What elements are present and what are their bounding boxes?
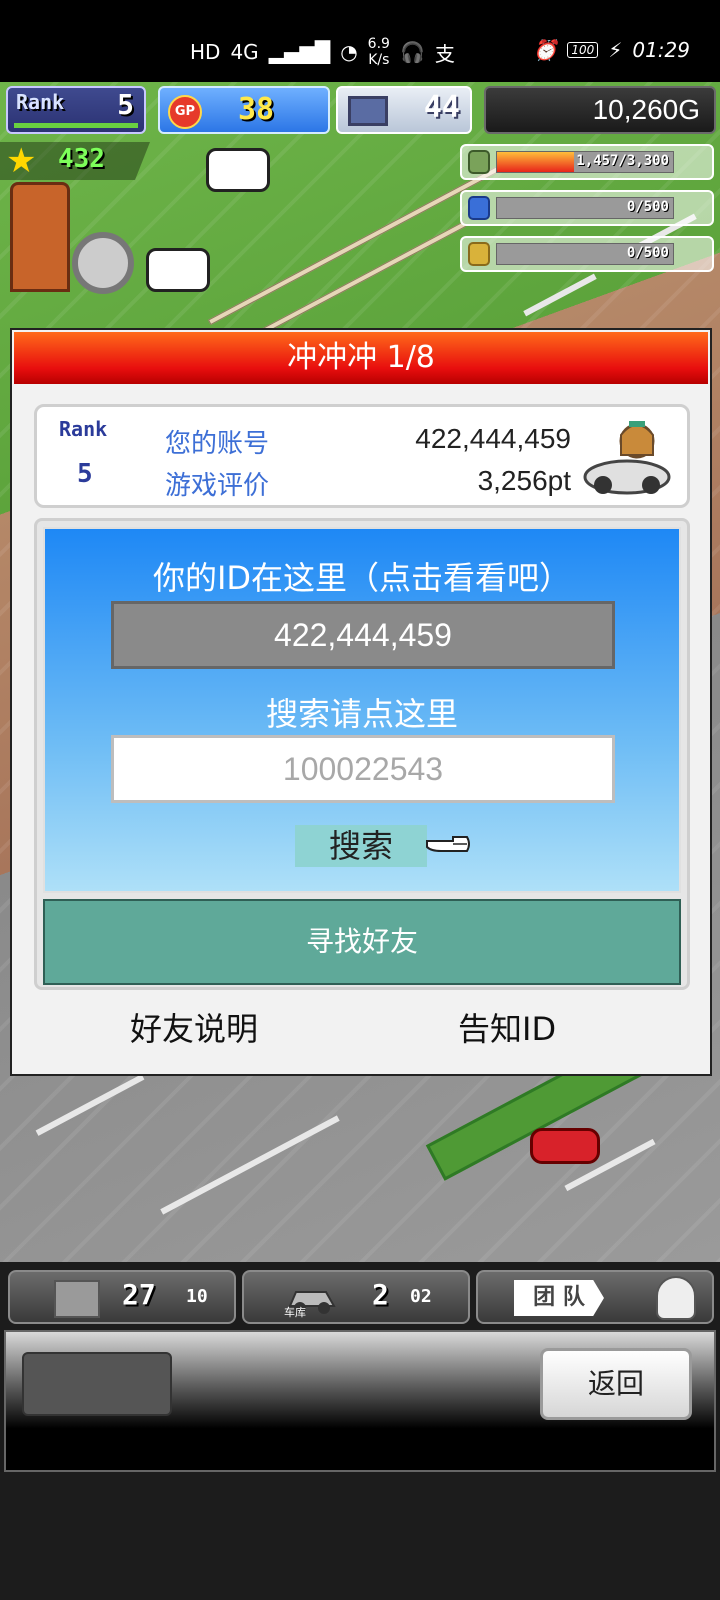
account-label: 您的账号 (165, 429, 270, 459)
garage-count: 2 (372, 1278, 389, 1311)
money-display: 10,260G (484, 86, 716, 134)
status-bar: HD 4G ▂▄▆█ ◔ 6.9 K/s 🎧 支 ⏰ 100 ⚡ 01:29 (0, 0, 720, 82)
id-heading: 你的ID在这里（点击看看吧） (152, 559, 572, 597)
resource-water: 0/500 (460, 190, 714, 226)
account-value: 422,444,459 (415, 423, 571, 454)
charging-icon: ⚡ (608, 38, 623, 62)
hd-indicator: HD (190, 40, 221, 64)
research-display[interactable]: 44 (336, 86, 472, 134)
dialog-title: 冲冲冲 1/8 (14, 332, 708, 384)
star-icon: ★ (6, 141, 37, 181)
tell-id-link[interactable]: 告知ID (458, 1004, 556, 1050)
my-id-display[interactable]: 422,444,459 (111, 601, 615, 669)
card-rank-value: 5 (77, 459, 93, 489)
rank-display[interactable]: Rank 5 (6, 86, 146, 134)
road-marking (523, 273, 597, 317)
road-marking (160, 1115, 340, 1215)
account-card: Rank 5 您的账号 422,444,459 游戏评价 3,256pt (34, 404, 690, 508)
garage-label: 车库 (284, 1306, 306, 1319)
alarm-icon: ⏰ (532, 38, 558, 62)
storage-tab[interactable]: 27 10 (8, 1270, 236, 1324)
road-marking (35, 1074, 145, 1136)
headset-icon: 🎧 (399, 40, 425, 64)
resource-value: 0/500 (626, 245, 669, 261)
bottom-tabs: 27 10 车库 2 02 团 队 (0, 1262, 720, 1330)
friend-dialog: 冲冲冲 1/8 Rank 5 您的账号 422,444,459 游戏评价 3,2… (10, 328, 712, 1076)
network-speed: 6.9 K/s (368, 36, 390, 68)
crate-icon (54, 1280, 100, 1318)
popularity-value: 432 (58, 144, 105, 174)
gp-coin-icon: GP (168, 95, 202, 129)
friend-help-link[interactable]: 好友说明 (130, 1004, 258, 1050)
search-button[interactable]: 搜索 (295, 825, 427, 867)
cow-icon (206, 148, 270, 192)
gp-display[interactable]: GP 38 (158, 86, 330, 134)
team-label: 团 队 (514, 1280, 604, 1316)
rating-value: 3,256pt (477, 465, 571, 496)
storage-count: 27 (122, 1278, 156, 1311)
garage-tab[interactable]: 车库 2 02 (242, 1270, 470, 1324)
player-car-icon (583, 421, 671, 495)
popularity-display: ★ 432 (0, 142, 150, 180)
red-car-icon (530, 1128, 600, 1164)
back-button[interactable]: 返回 (540, 1348, 692, 1420)
money-value: 10,260G (592, 94, 700, 125)
resource-track: 1,457/3,300 (496, 151, 674, 173)
id-panel: 你的ID在这里（点击看看吧） 422,444,459 搜索请点这里 搜索 寻找好… (34, 518, 690, 990)
resource-value: 0/500 (626, 199, 669, 215)
network-indicator: 4G (230, 40, 259, 64)
resource-value: 1,457/3,300 (576, 153, 669, 169)
friend-id-input[interactable] (111, 735, 615, 803)
rank-label: Rank (16, 90, 65, 114)
cow-icon (146, 248, 210, 292)
clock: 01:29 (632, 38, 690, 62)
rank-value: 5 (117, 88, 134, 121)
search-heading: 搜索请点这里 (265, 695, 458, 733)
speed-unit: K/s (368, 52, 390, 68)
wheat-icon (468, 242, 490, 266)
resource-wheat: 0/500 (460, 236, 714, 272)
storage-max: 10 (186, 1286, 208, 1307)
garage-max: 02 (410, 1286, 432, 1307)
windmill-icon (10, 182, 70, 292)
find-friends-button[interactable]: 寻找好友 (43, 899, 681, 985)
staff-avatar-icon (656, 1276, 696, 1320)
id-search-area: 你的ID在这里（点击看看吧） 422,444,459 搜索请点这里 搜索 (43, 527, 681, 893)
resource-fuel: 1,457/3,300 (460, 144, 714, 180)
bottom-filler (0, 1472, 720, 1600)
resource-fill (497, 152, 575, 172)
wifi-icon: ◔ (340, 40, 358, 64)
battery-indicator: 100 (567, 42, 599, 58)
pointing-hand-icon (426, 836, 470, 852)
bottom-action-bar: 返回 (4, 1330, 716, 1472)
vip-badge-icon (72, 232, 134, 294)
empty-slot-button[interactable] (22, 1352, 172, 1416)
rank-progress-bar (14, 123, 138, 128)
alipay-icon: 支 (434, 41, 455, 66)
oil-barrel-icon (468, 150, 490, 174)
speed-value: 6.9 (367, 36, 390, 52)
bottle-icon (468, 196, 490, 220)
team-tab[interactable]: 团 队 (476, 1270, 714, 1324)
signal-icon: ▂▄▆█ (268, 40, 331, 64)
resource-track: 0/500 (496, 197, 674, 219)
computer-icon (348, 96, 388, 126)
research-value: 44 (423, 90, 460, 125)
rating-label: 游戏评价 (165, 471, 270, 501)
card-rank-label: Rank (59, 417, 108, 441)
resource-track: 0/500 (496, 243, 674, 265)
gp-value: 38 (238, 92, 275, 127)
